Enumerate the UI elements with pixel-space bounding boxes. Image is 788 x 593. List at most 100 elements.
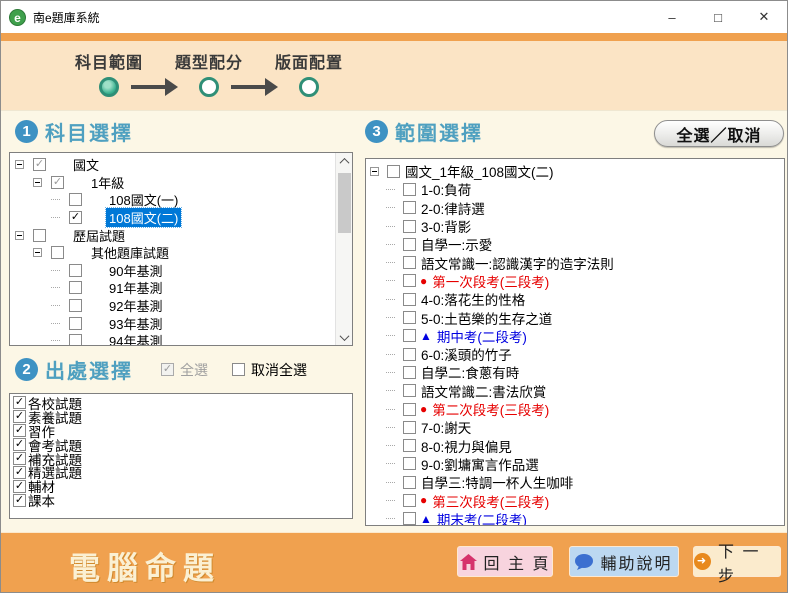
- tree-row[interactable]: 93年基測: [10, 314, 352, 332]
- tree-row[interactable]: 語文常識一:認識漢字的造字法則: [366, 253, 784, 271]
- tree-row[interactable]: 語文常識二:書法欣賞: [366, 382, 784, 400]
- maximize-button[interactable]: □: [695, 1, 741, 33]
- tree-checkbox[interactable]: [403, 220, 416, 233]
- tree-row[interactable]: 6-0:溪頭的竹子: [366, 345, 784, 363]
- tree-checkbox[interactable]: [403, 457, 416, 470]
- tree-node-label[interactable]: 1-0:負荷: [421, 179, 471, 199]
- tree-checkbox[interactable]: [403, 201, 416, 214]
- tree-checkbox[interactable]: [403, 421, 416, 434]
- tree-row[interactable]: ✓ 國文: [10, 156, 352, 174]
- tree-row[interactable]: 自學三:特調一杯人生咖啡: [366, 473, 784, 491]
- tree-checkbox[interactable]: ✓: [33, 158, 46, 171]
- tree-checkbox[interactable]: [403, 476, 416, 489]
- tree-node-label[interactable]: 第三次段考(三段考): [432, 491, 549, 511]
- tree-node-label[interactable]: 108國文(二): [106, 208, 181, 227]
- tree-checkbox[interactable]: [403, 494, 416, 507]
- tree-checkbox[interactable]: [69, 264, 82, 277]
- tree-checkbox[interactable]: ✓: [69, 211, 82, 224]
- tree-row[interactable]: 其他題庫試題: [10, 244, 352, 262]
- tree-row[interactable]: 4-0:落花生的性格: [366, 290, 784, 308]
- next-button[interactable]: ➜ 下 一 步: [693, 546, 781, 577]
- tree-node-label[interactable]: 6-0:溪頭的竹子: [421, 344, 512, 364]
- tree-checkbox[interactable]: [403, 183, 416, 196]
- tree-row[interactable]: 1-0:負荷: [366, 180, 784, 198]
- tree-row[interactable]: 2-0:律詩選: [366, 199, 784, 217]
- tree-row[interactable]: ✓ 108國文(二): [10, 209, 352, 227]
- scroll-up-icon[interactable]: [336, 153, 353, 169]
- tree-node-label[interactable]: 3-0:背影: [421, 216, 471, 236]
- help-button[interactable]: 輔助說明: [569, 546, 679, 577]
- tree-checkbox[interactable]: [403, 366, 416, 379]
- close-button[interactable]: ✕: [741, 1, 787, 33]
- tree-checkbox[interactable]: [403, 329, 416, 342]
- tree-node-label[interactable]: 108國文(一): [106, 190, 181, 209]
- source-item-checkbox[interactable]: ✓: [13, 410, 26, 423]
- tree-node-label[interactable]: 國文: [70, 155, 102, 174]
- minimize-button[interactable]: –: [649, 1, 695, 33]
- tree-node-label[interactable]: 歷屆試題: [70, 226, 128, 245]
- tree-expander-icon[interactable]: [15, 231, 24, 240]
- tree-node-label[interactable]: 國文_1年級_108國文(二): [405, 161, 554, 181]
- select-all-checkbox[interactable]: ✓: [161, 363, 174, 376]
- tree-checkbox[interactable]: [403, 512, 416, 525]
- source-list-item[interactable]: ✓素養試題: [10, 410, 352, 424]
- source-item-checkbox[interactable]: ✓: [13, 452, 26, 465]
- scroll-down-icon[interactable]: [336, 329, 353, 345]
- tree-row[interactable]: 自學二:食蔥有時: [366, 363, 784, 381]
- tree-row[interactable]: 108國文(一): [10, 191, 352, 209]
- tree-row[interactable]: 8-0:視力與偏見: [366, 436, 784, 454]
- deselect-all-checkbox[interactable]: [232, 363, 245, 376]
- source-item-checkbox[interactable]: ✓: [13, 438, 26, 451]
- tree-row[interactable]: 90年基測: [10, 262, 352, 280]
- tree-row[interactable]: 7-0:謝天: [366, 418, 784, 436]
- tree-checkbox[interactable]: ✓: [51, 176, 64, 189]
- tree-row[interactable]: 自學一:示愛: [366, 235, 784, 253]
- tree-node-label[interactable]: 7-0:謝天: [421, 417, 471, 437]
- tree-node-label[interactable]: 自學一:示愛: [421, 234, 492, 254]
- tree-checkbox[interactable]: [403, 348, 416, 361]
- source-list-item[interactable]: ✓課本: [10, 493, 352, 507]
- tree-checkbox[interactable]: [403, 439, 416, 452]
- tree-node-label[interactable]: 自學二:食蔥有時: [421, 362, 519, 382]
- tree-node-label[interactable]: 90年基測: [106, 261, 165, 280]
- tree-expander-icon[interactable]: [33, 178, 42, 187]
- tree-checkbox[interactable]: [69, 299, 82, 312]
- tree-node-label[interactable]: 期中考(二段考): [437, 326, 527, 346]
- tree-checkbox[interactable]: [403, 403, 416, 416]
- tree-row[interactable]: 3-0:背影: [366, 217, 784, 235]
- tree-row[interactable]: ●第二次段考(三段考): [366, 400, 784, 418]
- source-item-checkbox[interactable]: ✓: [13, 424, 26, 437]
- source-item-checkbox[interactable]: ✓: [13, 396, 26, 409]
- tree-node-label[interactable]: 2-0:律詩選: [421, 198, 485, 218]
- scrollbar-thumb[interactable]: [338, 173, 351, 233]
- tree-checkbox[interactable]: [69, 281, 82, 294]
- tree-node-label[interactable]: 93年基測: [106, 314, 165, 333]
- tree-row[interactable]: 94年基測: [10, 332, 352, 346]
- tree-node-label[interactable]: 第一次段考(三段考): [432, 271, 549, 291]
- tree-checkbox[interactable]: [403, 384, 416, 397]
- source-item-checkbox[interactable]: ✓: [13, 494, 26, 507]
- tree-checkbox[interactable]: [403, 311, 416, 324]
- tree-checkbox[interactable]: [403, 238, 416, 251]
- subject-tree-scrollbar[interactable]: [335, 153, 352, 345]
- tree-expander-icon[interactable]: [15, 160, 24, 169]
- tree-expander-icon[interactable]: [33, 248, 42, 257]
- tree-row[interactable]: 91年基測: [10, 279, 352, 297]
- tree-node-label[interactable]: 94年基測: [106, 331, 165, 346]
- tree-node-label[interactable]: 1年級: [88, 173, 127, 192]
- tree-row[interactable]: ▲期末考(二段考): [366, 510, 784, 526]
- home-button[interactable]: 回 主 頁: [457, 546, 553, 577]
- tree-row[interactable]: ✓ 1年級: [10, 174, 352, 192]
- tree-checkbox[interactable]: [403, 274, 416, 287]
- tree-node-label[interactable]: 92年基測: [106, 296, 165, 315]
- tree-node-label[interactable]: 9-0:劉墉寓言作品選: [421, 454, 539, 474]
- tree-row[interactable]: 5-0:土芭樂的生存之道: [366, 308, 784, 326]
- tree-node-label[interactable]: 第二次段考(三段考): [432, 399, 549, 419]
- select-all-toggle-button[interactable]: 全選／取消: [654, 120, 784, 147]
- tree-checkbox[interactable]: [69, 334, 82, 346]
- tree-node-label[interactable]: 語文常識二:書法欣賞: [421, 381, 546, 401]
- tree-node-label[interactable]: 8-0:視力與偏見: [421, 436, 512, 456]
- tree-checkbox[interactable]: [69, 193, 82, 206]
- tree-node-label[interactable]: 5-0:土芭樂的生存之道: [421, 308, 552, 328]
- tree-expander-icon[interactable]: [370, 167, 379, 176]
